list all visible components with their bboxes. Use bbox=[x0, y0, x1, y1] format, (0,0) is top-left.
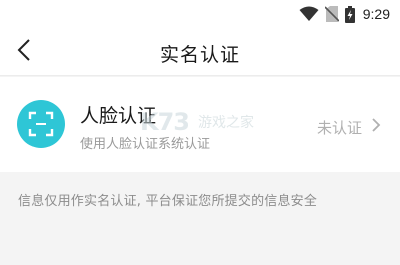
no-sim-icon bbox=[324, 6, 339, 22]
chevron-right-icon bbox=[370, 117, 382, 133]
page-title: 实名认证 bbox=[159, 44, 240, 66]
item-title: 人脸认证 bbox=[80, 105, 157, 127]
verification-status: 未认证 bbox=[316, 119, 362, 137]
battery-charging-icon bbox=[344, 5, 355, 23]
privacy-notice: 信息仅用作实名认证, 平台保证您所提交的信息安全 bbox=[18, 194, 318, 209]
item-subtitle: 使用人脸认证系统认证 bbox=[80, 137, 211, 152]
face-verification-item[interactable]: 人脸认证 使用人脸认证系统认证 未认证 bbox=[0, 77, 400, 172]
wifi-icon bbox=[299, 6, 319, 22]
status-bar: 9:29 bbox=[0, 0, 400, 28]
face-scan-icon bbox=[17, 100, 65, 148]
status-icons: 9:29 bbox=[299, 5, 390, 23]
nav-header: 实名认证 bbox=[0, 28, 400, 76]
status-time: 9:29 bbox=[362, 6, 390, 22]
